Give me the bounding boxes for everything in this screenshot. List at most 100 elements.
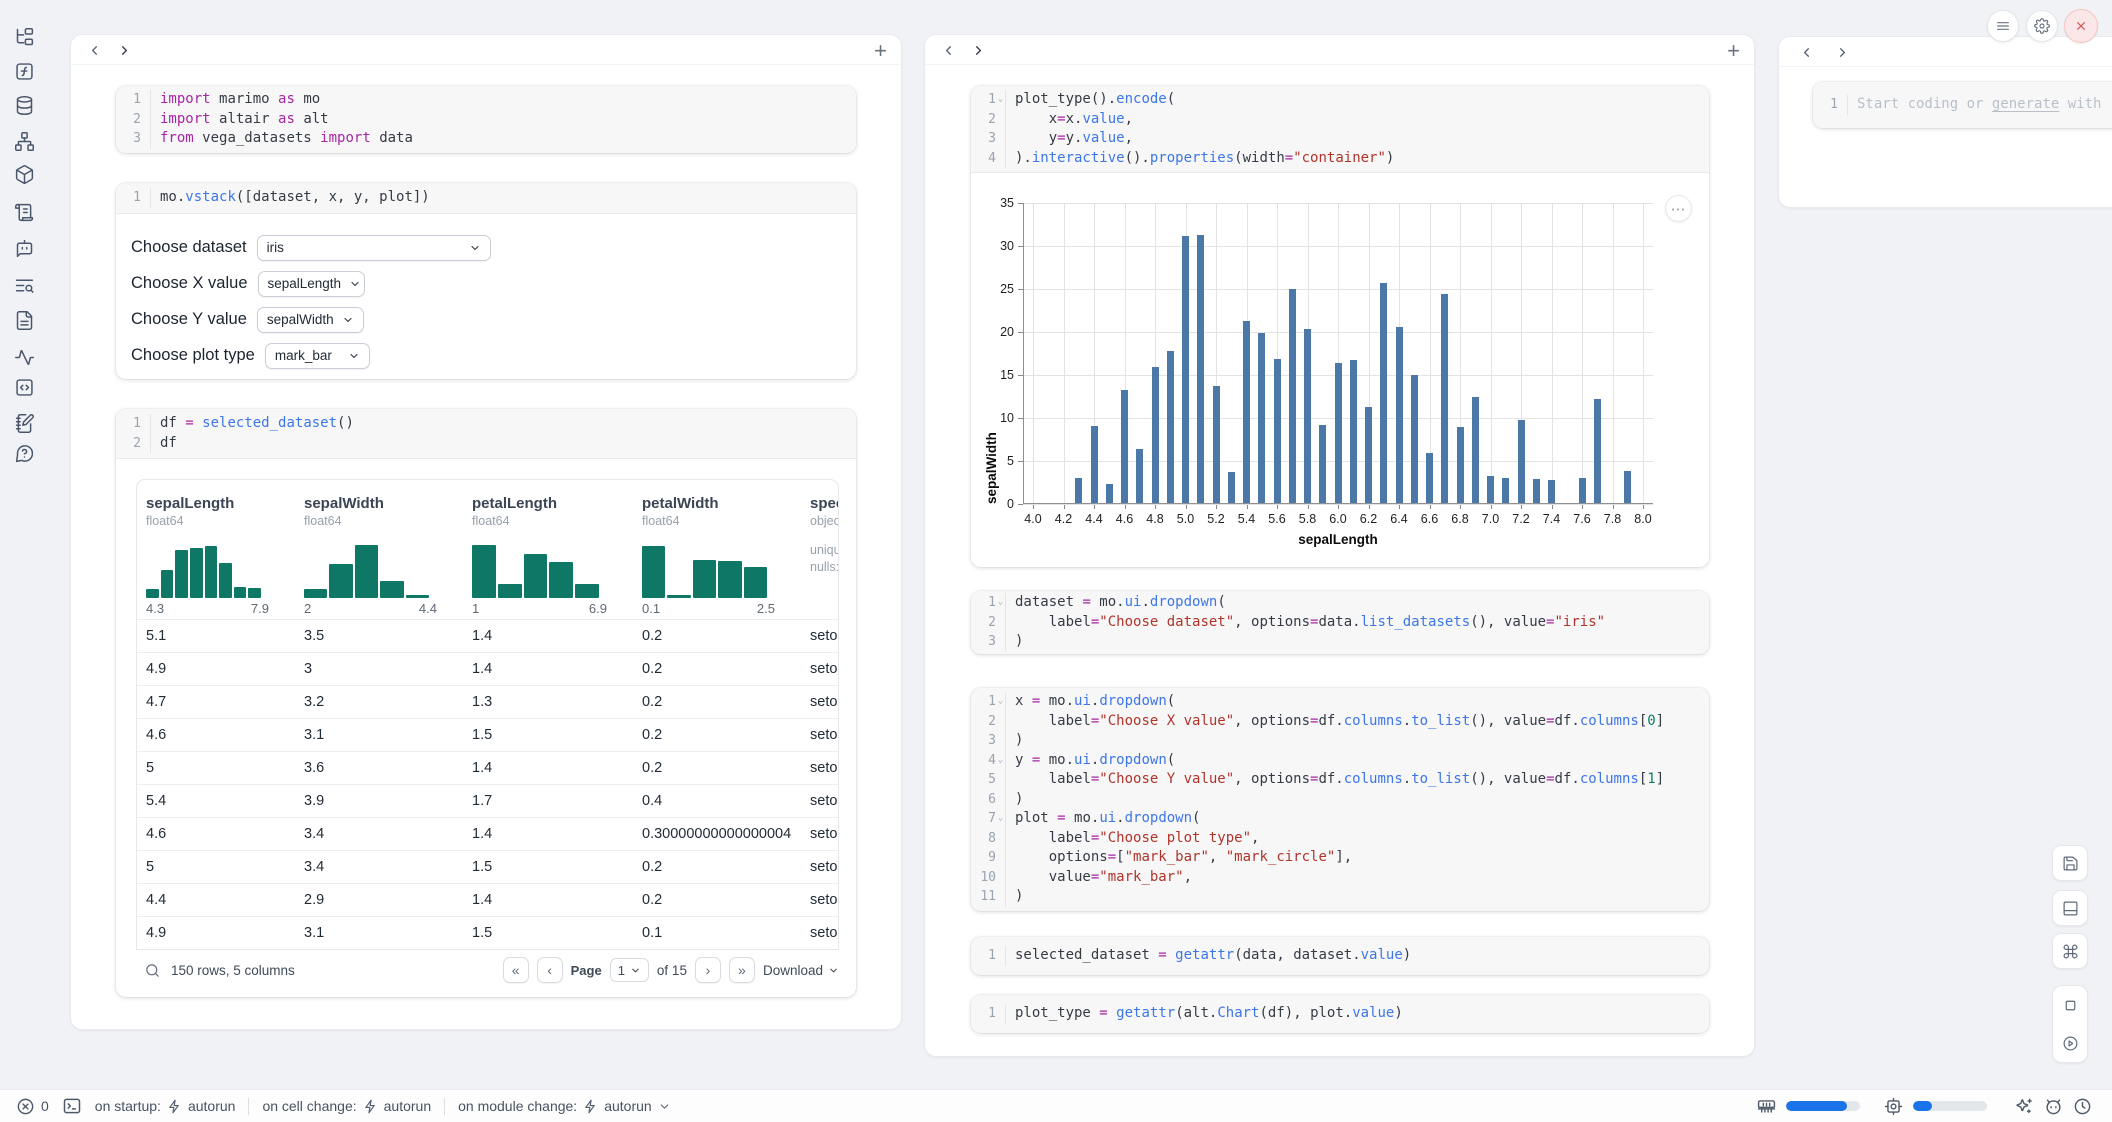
last-page-button[interactable]: » bbox=[729, 957, 755, 983]
code-editor[interactable]: 1⌄dataset = mo.ui.dropdown(2 label="Choo… bbox=[971, 591, 1709, 654]
cell-plot[interactable]: 1⌄plot_type().encode(2 x=x.value,3 y=y.v… bbox=[971, 86, 1709, 567]
cell-dataframe[interactable]: 1df = selected_dataset()2df sepalLengthf… bbox=[116, 409, 856, 997]
x-tick-label: 4.2 bbox=[1055, 512, 1072, 526]
chevron-left-icon[interactable] bbox=[87, 43, 103, 59]
scratchpad-icon[interactable] bbox=[14, 413, 35, 434]
ai-sparkles-icon[interactable] bbox=[2015, 1097, 2034, 1116]
autorun-setting[interactable]: on cell change:autorun bbox=[262, 1098, 431, 1114]
column-header[interactable]: sepalWidthfloat6424.4 bbox=[295, 494, 463, 619]
code-editor[interactable]: 1⌄x = mo.ui.dropdown(2 label="Choose X v… bbox=[971, 688, 1709, 911]
functions-icon[interactable] bbox=[14, 61, 35, 82]
autorun-setting[interactable]: on module change:autorun bbox=[458, 1098, 671, 1114]
save-button[interactable] bbox=[2052, 845, 2088, 881]
code-editor[interactable]: 1plot_type = getattr(alt.Chart(df), plot… bbox=[971, 995, 1709, 1033]
database-icon[interactable] bbox=[14, 95, 35, 116]
table-row[interactable]: 4.931.40.2setos bbox=[137, 652, 838, 685]
x-tick-label: 4.8 bbox=[1146, 512, 1163, 526]
column-header[interactable]: speciobjecuniqunulls: bbox=[801, 494, 839, 619]
table-row[interactable]: 53.61.40.2setos bbox=[137, 751, 838, 784]
packages-icon[interactable] bbox=[14, 164, 35, 185]
table-cell: 0.2 bbox=[633, 628, 801, 644]
add-cell-button[interactable]: + bbox=[1727, 37, 1740, 65]
cell-xy-dropdowns[interactable]: 1⌄x = mo.ui.dropdown(2 label="Choose X v… bbox=[971, 688, 1709, 911]
add-cell-button[interactable]: + bbox=[874, 37, 887, 65]
documentation-icon[interactable] bbox=[14, 275, 35, 296]
code-line: 2import altair as alt bbox=[116, 110, 856, 130]
prev-page-button[interactable]: ‹ bbox=[537, 957, 563, 983]
table-cell: 3.1 bbox=[295, 925, 463, 941]
cell-selected-dataset[interactable]: 1selected_dataset = getattr(data, datase… bbox=[971, 937, 1709, 975]
cell-vstack[interactable]: 1mo.vstack([dataset, x, y, plot]) Choose… bbox=[116, 183, 856, 379]
download-button[interactable]: Download bbox=[763, 963, 839, 978]
dropdown-select[interactable]: iris bbox=[257, 235, 491, 261]
autorun-setting[interactable]: on startup:autorun bbox=[95, 1098, 236, 1114]
dropdown-select[interactable]: sepalWidth bbox=[257, 307, 364, 333]
logs-icon[interactable] bbox=[14, 202, 35, 223]
table-cell: 5 bbox=[137, 859, 295, 875]
errors-indicator[interactable]: 0 bbox=[16, 1097, 49, 1116]
column-header[interactable]: petalWidthfloat640.12.5 bbox=[633, 494, 801, 619]
cell-dataset-dropdown[interactable]: 1⌄dataset = mo.ui.dropdown(2 label="Choo… bbox=[971, 591, 1709, 654]
first-page-button[interactable]: « bbox=[503, 957, 529, 983]
table-cell: 3.1 bbox=[295, 727, 463, 743]
terminal-button[interactable] bbox=[62, 1096, 82, 1116]
x-tick-label: 8.0 bbox=[1634, 512, 1651, 526]
code-editor[interactable]: 1df = selected_dataset()2df bbox=[116, 409, 856, 458]
code-editor[interactable]: 1mo.vstack([dataset, x, y, plot]) bbox=[116, 183, 856, 213]
chevron-left-icon[interactable] bbox=[1799, 45, 1815, 61]
file-tree-icon[interactable] bbox=[14, 27, 35, 48]
table-row[interactable]: 4.63.41.40.30000000000000004setos bbox=[137, 817, 838, 850]
chevron-right-icon[interactable] bbox=[1835, 45, 1851, 61]
chevron-right-icon[interactable] bbox=[117, 43, 133, 59]
column-header[interactable]: sepalLengthfloat644.37.9 bbox=[137, 494, 295, 619]
memory-usage-meter bbox=[1786, 1101, 1860, 1111]
help-icon[interactable] bbox=[14, 443, 35, 464]
copilot-icon[interactable] bbox=[2044, 1097, 2063, 1116]
menu-button[interactable] bbox=[1987, 10, 2019, 42]
code-editor[interactable]: 1import marimo as mo2import altair as al… bbox=[116, 86, 856, 153]
tracing-icon[interactable] bbox=[14, 347, 35, 368]
page-select[interactable]: 1 bbox=[610, 958, 649, 982]
table-row[interactable]: 5.43.91.70.4setos bbox=[137, 784, 838, 817]
editor-placeholder[interactable]: Start coding or generate with bbox=[1847, 95, 2112, 115]
search-icon[interactable] bbox=[144, 962, 161, 979]
column-header[interactable]: petalLengthfloat6416.9 bbox=[463, 494, 633, 619]
cell-menu-button[interactable]: ⋯ bbox=[1665, 195, 1692, 222]
dropdown-select[interactable]: mark_bar bbox=[265, 343, 370, 369]
table-row[interactable]: 5.13.51.40.2setos bbox=[137, 619, 838, 652]
keyboard-shortcuts-button[interactable] bbox=[2052, 933, 2088, 969]
dependencies-icon[interactable] bbox=[14, 131, 35, 152]
chart: ⋯ 4.04.24.44.64.85.05.25.45.65.86.06.26.… bbox=[971, 173, 1709, 567]
snippets-icon[interactable] bbox=[14, 310, 35, 331]
table-row[interactable]: 53.41.50.2setos bbox=[137, 850, 838, 883]
table-row[interactable]: 4.42.91.40.2setos bbox=[137, 883, 838, 916]
table-cell: 0.2 bbox=[633, 760, 801, 776]
run-icon[interactable] bbox=[2062, 1035, 2079, 1052]
clock-icon[interactable] bbox=[2073, 1097, 2092, 1116]
settings-gear-button[interactable] bbox=[2026, 10, 2058, 42]
plot-area[interactable] bbox=[1023, 203, 1653, 504]
x-tick-label: 7.2 bbox=[1512, 512, 1529, 526]
table-summary: 150 rows, 5 columns bbox=[171, 963, 295, 978]
cell-imports[interactable]: 1import marimo as mo2import altair as al… bbox=[116, 86, 856, 153]
code-editor[interactable]: 1selected_dataset = getattr(data, datase… bbox=[971, 937, 1709, 975]
chevron-right-icon[interactable] bbox=[971, 43, 987, 59]
code-line: 2 label="Choose dataset", options=data.l… bbox=[971, 613, 1709, 633]
stop-icon[interactable] bbox=[2062, 997, 2079, 1014]
chevron-left-icon[interactable] bbox=[941, 43, 957, 59]
dropdown-select[interactable]: sepalLength bbox=[258, 271, 365, 297]
app-view-button[interactable] bbox=[2052, 890, 2088, 926]
x-tick-label: 4.4 bbox=[1085, 512, 1102, 526]
code-editor[interactable]: 1⌄plot_type().encode(2 x=x.value,3 y=y.v… bbox=[971, 86, 1709, 172]
chat-icon[interactable] bbox=[14, 238, 35, 259]
table-row[interactable]: 4.73.21.30.2setos bbox=[137, 685, 838, 718]
cell-plot-type[interactable]: 1plot_type = getattr(alt.Chart(df), plot… bbox=[971, 995, 1709, 1033]
x-tick-label: 5.4 bbox=[1238, 512, 1255, 526]
table-cell: 1.4 bbox=[463, 826, 633, 842]
close-button[interactable] bbox=[2064, 9, 2098, 43]
next-page-button[interactable]: › bbox=[695, 957, 721, 983]
table-row[interactable]: 4.93.11.50.1setos bbox=[137, 916, 838, 949]
cell-empty[interactable]: 1 Start coding or generate with bbox=[1813, 82, 2112, 128]
code-icon[interactable] bbox=[14, 377, 35, 398]
table-row[interactable]: 4.63.11.50.2setos bbox=[137, 718, 838, 751]
